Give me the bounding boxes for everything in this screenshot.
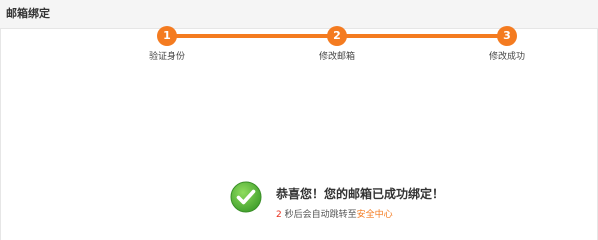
step-progress: 1 验证身份 2 修改邮箱 3 修改成功 [0,0,598,70]
step-1-circle: 1 [157,26,177,46]
step-1-label: 验证身份 [148,52,186,62]
success-message: 恭喜您！您的邮箱已成功绑定！ [276,187,445,201]
step-2-label: 修改邮箱 [318,52,356,62]
step-3-circle: 3 [497,26,517,46]
redirect-note: 2 秒后会自动跳转至安全中心 [276,207,393,220]
step-3-label: 修改成功 [488,52,526,62]
check-circle-icon [230,181,262,213]
redirect-text: 秒后会自动跳转至 [284,210,357,220]
countdown-seconds: 2 [276,210,282,220]
step-2-circle: 2 [327,26,347,46]
security-center-link[interactable]: 安全中心 [357,210,393,220]
